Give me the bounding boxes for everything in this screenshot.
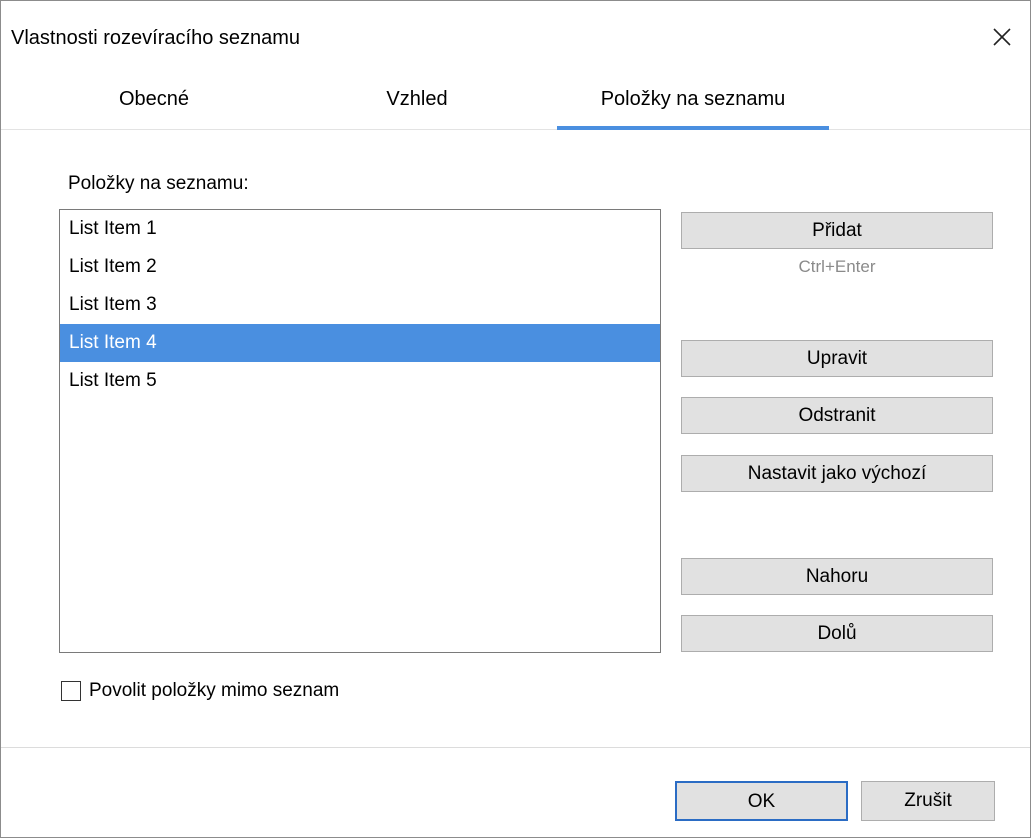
remove-button[interactable]: Odstranit <box>681 397 993 434</box>
footer-divider <box>1 747 1030 748</box>
tab-list-items[interactable]: Položky na seznamu <box>557 71 829 130</box>
dialog-window: Vlastnosti rozevíracího seznamu Obecné V… <box>0 0 1031 838</box>
ok-button[interactable]: OK <box>675 781 848 821</box>
tab-strip: Obecné Vzhled Položky na seznamu <box>1 71 1030 130</box>
set-default-button[interactable]: Nastavit jako výchozí <box>681 455 993 492</box>
close-icon-glyph <box>993 28 1011 46</box>
close-icon[interactable] <box>984 19 1020 55</box>
add-button[interactable]: Přidat <box>681 212 993 249</box>
items-listbox[interactable]: List Item 1 List Item 2 List Item 3 List… <box>59 209 661 653</box>
move-down-button[interactable]: Dolů <box>681 615 993 652</box>
list-item[interactable]: List Item 1 <box>60 210 660 248</box>
edit-button[interactable]: Upravit <box>681 340 993 377</box>
add-shortcut-hint: Ctrl+Enter <box>798 257 876 276</box>
window-title: Vlastnosti rozevíracího seznamu <box>11 27 301 49</box>
list-item[interactable]: List Item 5 <box>60 362 660 400</box>
allow-other-items-checkbox[interactable] <box>61 681 81 701</box>
list-item[interactable]: List Item 2 <box>60 248 660 286</box>
title-bar: Vlastnosti rozevíracího seznamu <box>1 1 1030 61</box>
allow-other-items-label[interactable]: Povolit položky mimo seznam <box>89 680 339 702</box>
list-item-selected[interactable]: List Item 4 <box>60 324 660 362</box>
tab-appearance[interactable]: Vzhled <box>342 71 492 129</box>
move-up-button[interactable]: Nahoru <box>681 558 993 595</box>
list-item[interactable]: List Item 3 <box>60 286 660 324</box>
tab-general[interactable]: Obecné <box>79 71 229 129</box>
cancel-button[interactable]: Zrušit <box>861 781 995 821</box>
list-items-label: Položky na seznamu: <box>68 173 249 194</box>
